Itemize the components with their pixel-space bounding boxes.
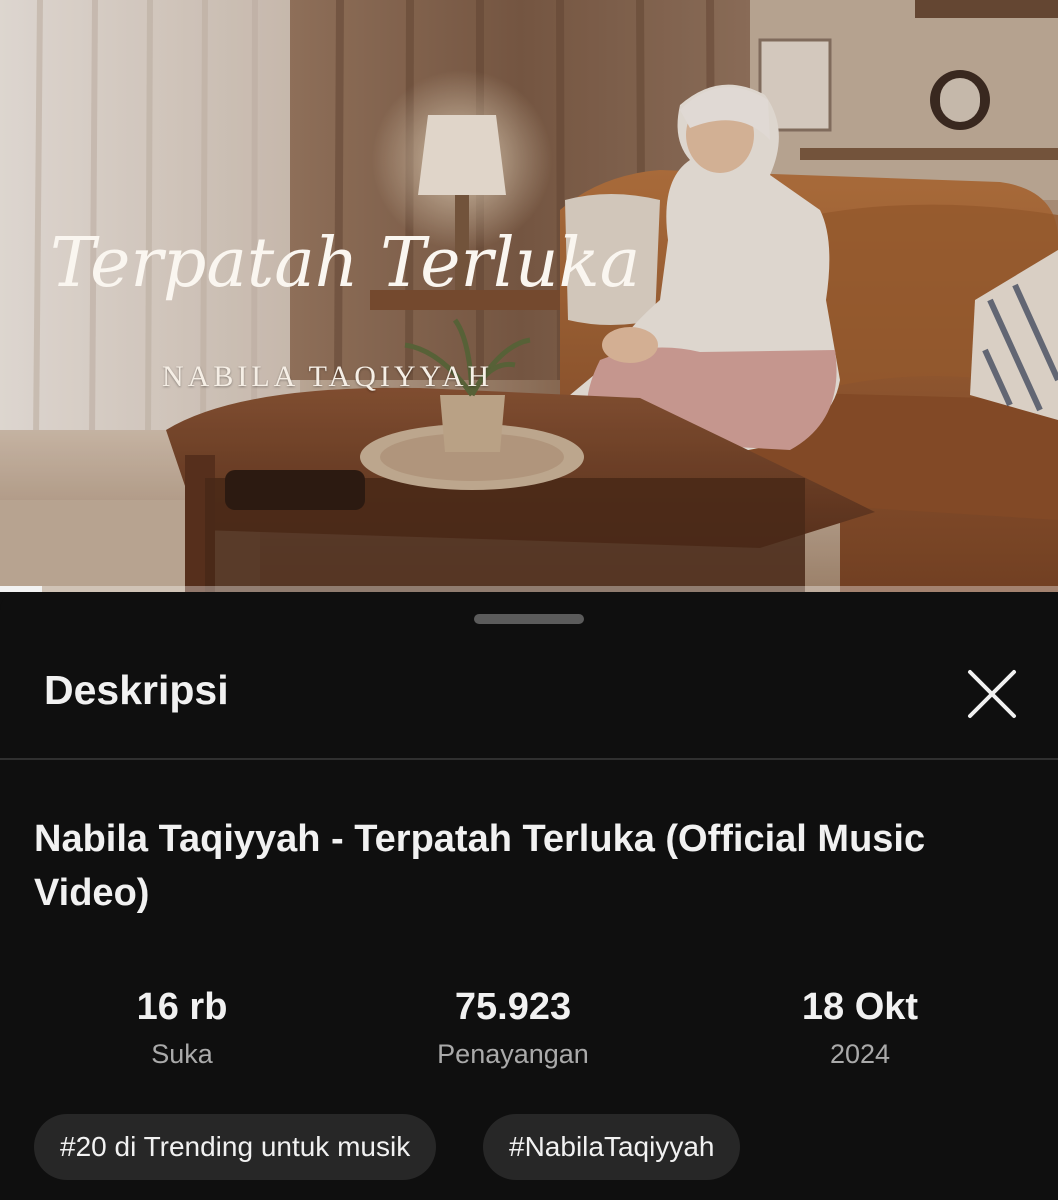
chip-trending[interactable]: #20 di Trending untuk musik: [34, 1114, 437, 1180]
stat-views: 75.923 Penayangan: [363, 982, 663, 1074]
description-sheet: Deskripsi Nabila Taqiyyah - Terpatah Ter…: [0, 592, 1058, 1200]
close-icon: [968, 670, 1016, 718]
close-button[interactable]: [956, 658, 1028, 730]
stat-likes: 16 rb Suka: [32, 982, 332, 1074]
views-label: Penayangan: [437, 1039, 589, 1069]
sheet-title: Deskripsi: [44, 667, 229, 713]
upload-year: 2024: [829, 1039, 891, 1069]
upload-date: 18 Okt: [801, 986, 919, 1028]
video-overlay-artist: NABILA TAQIYYAH: [162, 360, 494, 393]
chip-hashtag[interactable]: #NabilaTaqiyyah: [483, 1114, 741, 1180]
likes-count: 16 rb: [136, 986, 228, 1028]
header-divider: [0, 758, 1058, 760]
video-stats: 16 rb Suka 75.923 Penayangan 18 Okt 2024: [0, 982, 1058, 1082]
chips-row: #20 di Trending untuk musik #NabilaTaqiy…: [34, 1114, 1034, 1180]
sheet-header: Deskripsi: [0, 642, 1058, 758]
drag-handle[interactable]: [474, 614, 584, 624]
video-title: Nabila Taqiyyah - Terpatah Terluka (Offi…: [34, 818, 926, 914]
video-overlay-title: Terpatah Terluka: [50, 224, 640, 303]
svg-text:Terpatah Terluka: Terpatah Terluka: [50, 224, 640, 303]
views-count: 75.923: [454, 986, 572, 1028]
stat-date: 18 Okt 2024: [710, 982, 1010, 1074]
likes-label: Suka: [151, 1039, 213, 1069]
screen: Terpatah Terluka NABILA TAQIYYAH Deskrip…: [0, 0, 1058, 1200]
video-player[interactable]: Terpatah Terluka NABILA TAQIYYAH: [0, 0, 1058, 592]
